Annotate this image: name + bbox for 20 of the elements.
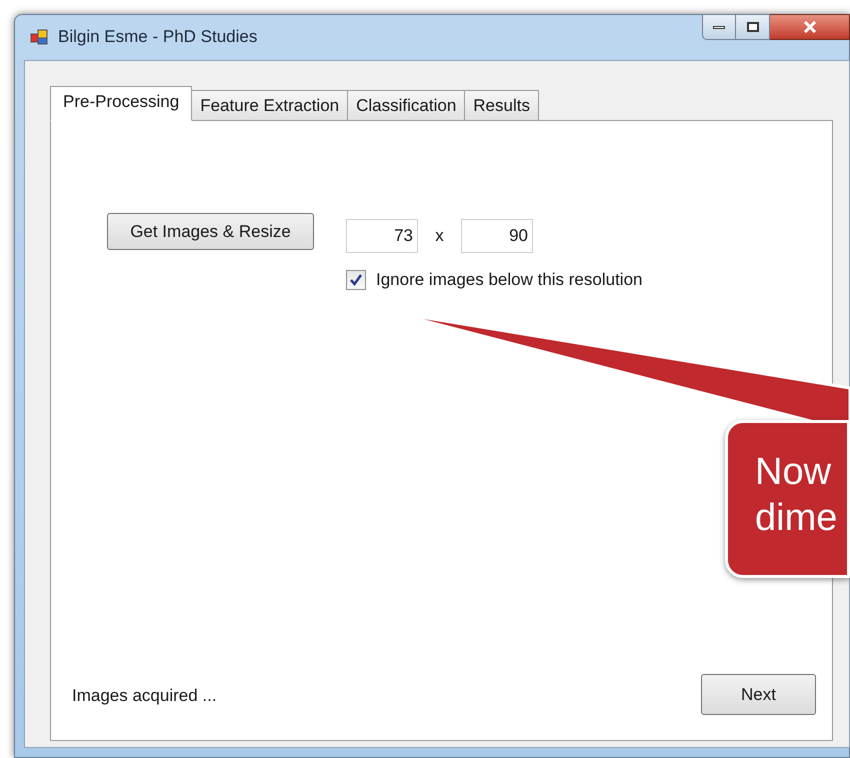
maximize-button[interactable] [736,14,770,40]
callout-text: Now [755,450,832,495]
height-field[interactable]: 90 [461,219,533,253]
minimize-button[interactable] [702,14,736,40]
close-button[interactable] [770,14,850,40]
width-field[interactable]: 73 [346,219,418,253]
checkbox[interactable] [346,270,366,290]
app-icon [30,28,48,46]
tab[interactable]: Pre-Processing [50,86,192,121]
window-title: Bilgin Esme - PhD Studies [58,26,258,48]
get-images-button[interactable]: Get Images & Resize [107,213,314,250]
tab[interactable]: Feature Extraction [191,90,348,121]
tab[interactable]: Classification [347,90,466,121]
tab[interactable]: Results [464,90,539,121]
status-text: Images acquired ... [72,684,217,706]
separator-label: x [434,225,445,248]
close-icon [802,21,816,33]
checkbox-label: Ignore images below this resolution [376,269,642,291]
next-button[interactable]: Next [701,674,816,715]
callout-text: dime [755,496,838,541]
